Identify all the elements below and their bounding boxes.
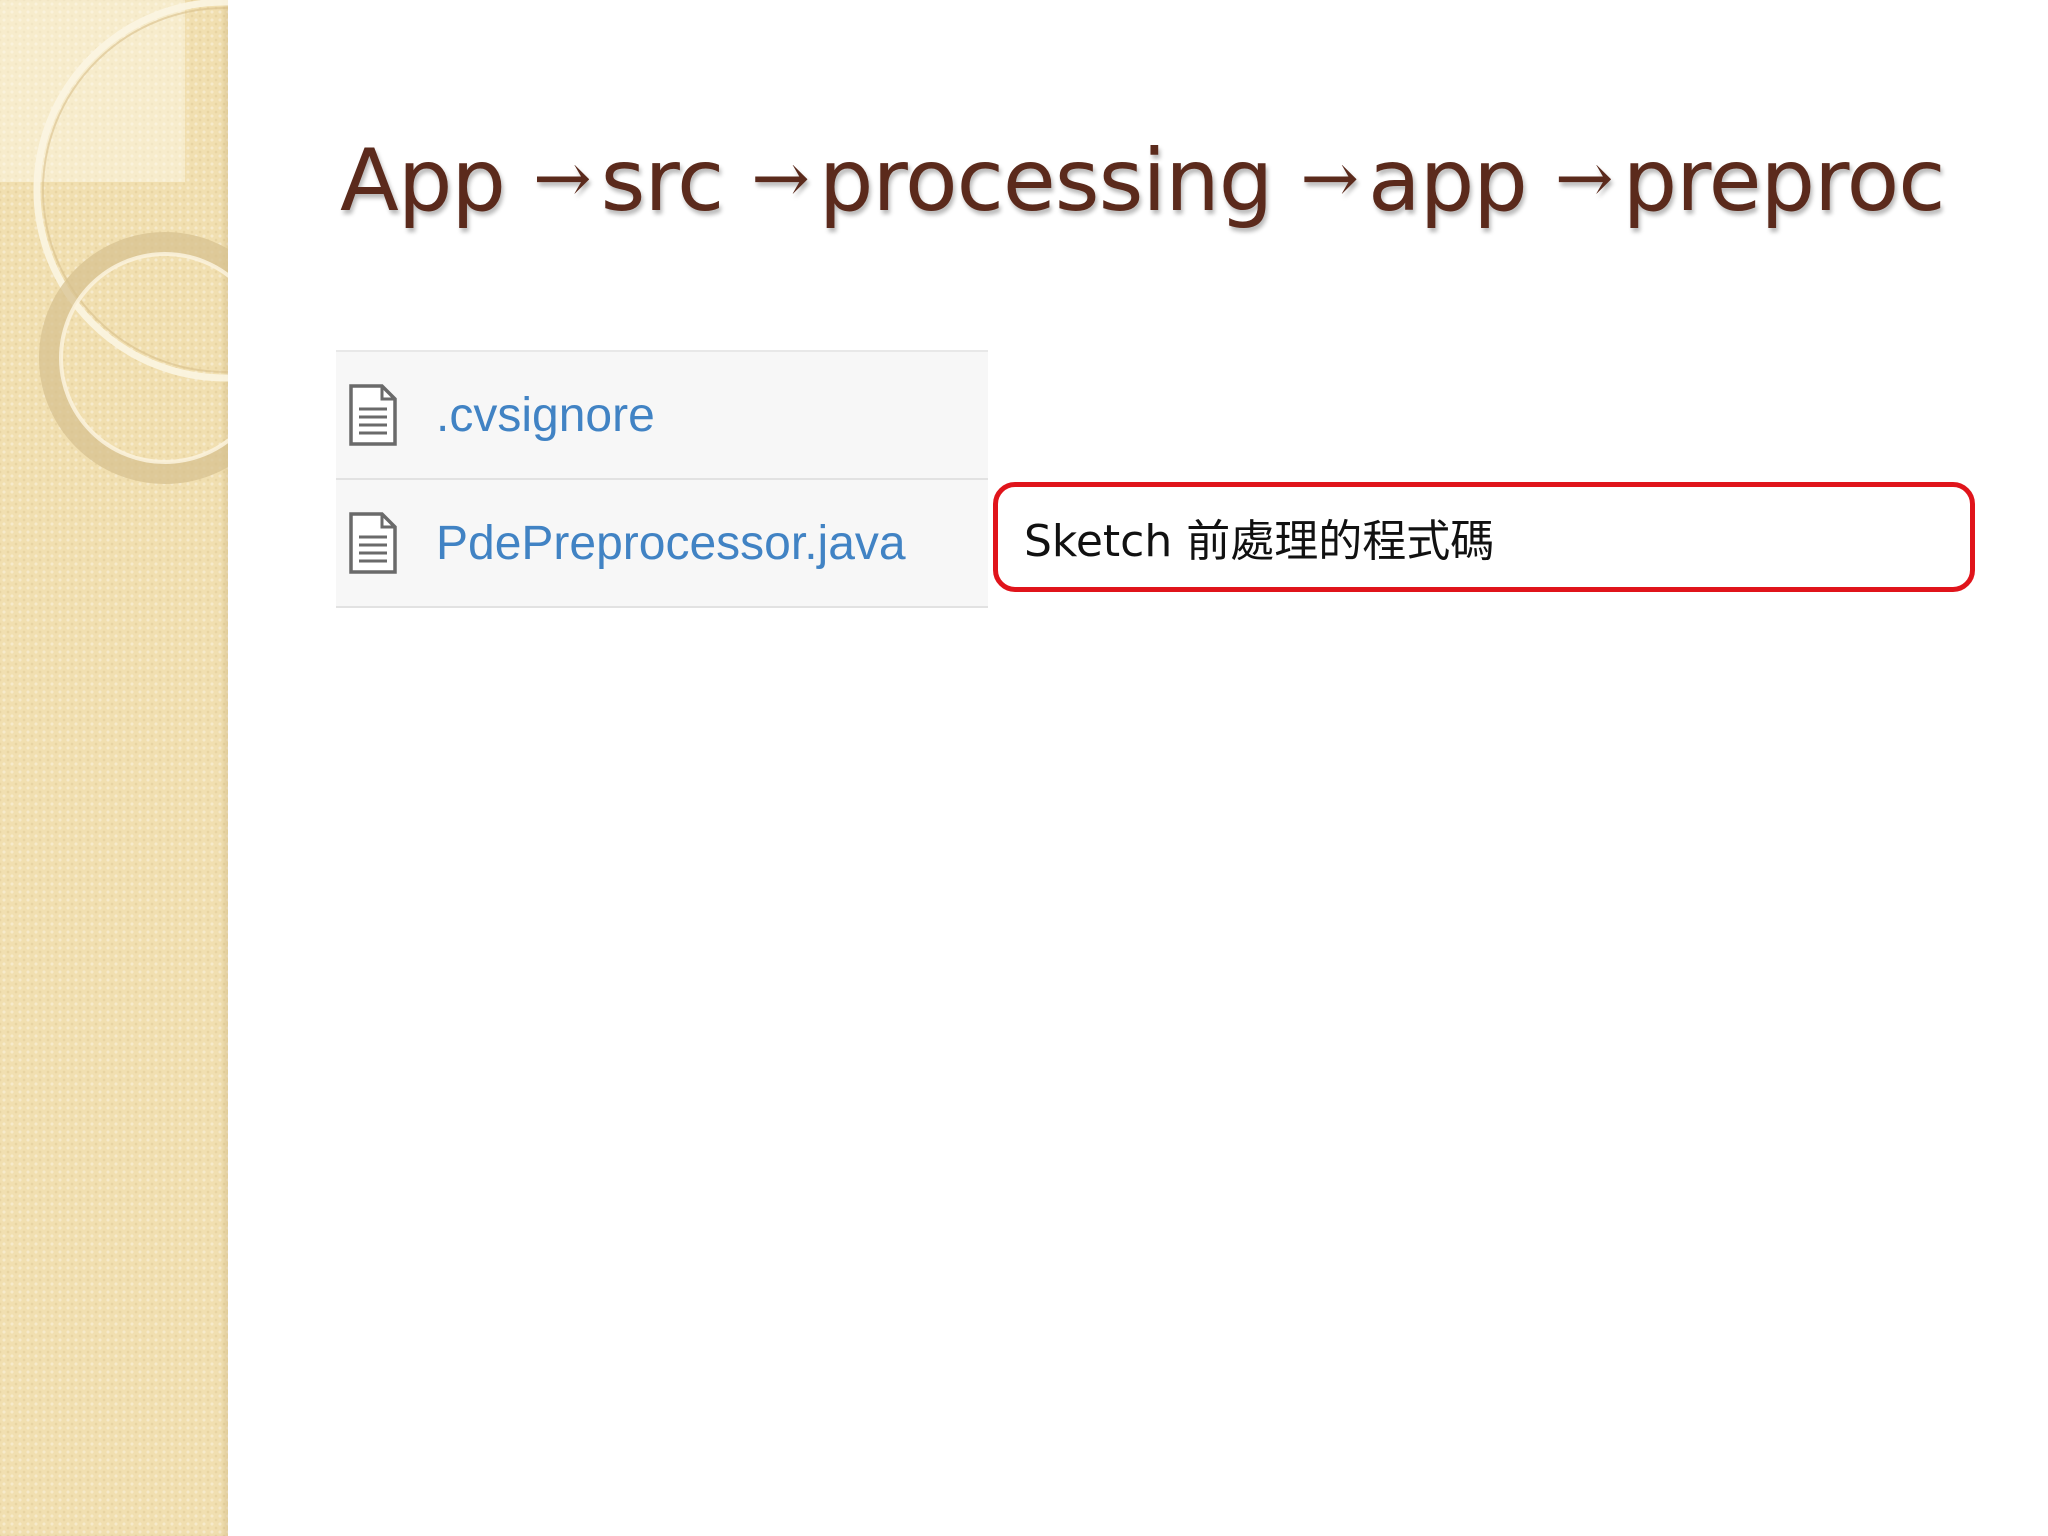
path-arrow-icon: → bbox=[533, 137, 592, 219]
page-title: App → src → processing → app → preproc bbox=[340, 130, 1945, 233]
file-text-icon bbox=[349, 384, 397, 446]
file-text-icon bbox=[349, 512, 397, 574]
path-arrow-icon: → bbox=[751, 137, 810, 219]
decorative-rings bbox=[33, 0, 228, 484]
path-segment-processing: processing bbox=[818, 131, 1273, 231]
file-list: .cvsignore PdePreprocessor.java bbox=[336, 350, 988, 608]
file-link-pdepreprocessor[interactable]: PdePreprocessor.java bbox=[436, 516, 906, 571]
path-segment-preproc: preproc bbox=[1622, 131, 1946, 231]
path-segment-app: app bbox=[1368, 131, 1528, 231]
path-arrow-icon: → bbox=[1300, 137, 1359, 219]
path-arrow-icon: → bbox=[1554, 137, 1614, 219]
callout-text: Sketch 前處理的程式碼 bbox=[1024, 516, 1495, 567]
path-segment-app-root: App bbox=[340, 131, 506, 231]
file-row[interactable]: PdePreprocessor.java bbox=[336, 480, 988, 608]
decorative-side-band bbox=[0, 0, 228, 1536]
slide: App → src → processing → app → preproc .cvsignor… bbox=[0, 0, 2048, 1536]
file-link-cvsignore[interactable]: .cvsignore bbox=[436, 388, 655, 443]
path-segment-src: src bbox=[600, 131, 725, 231]
callout-box: Sketch 前處理的程式碼 bbox=[993, 482, 1975, 592]
file-row[interactable]: .cvsignore bbox=[336, 352, 988, 480]
